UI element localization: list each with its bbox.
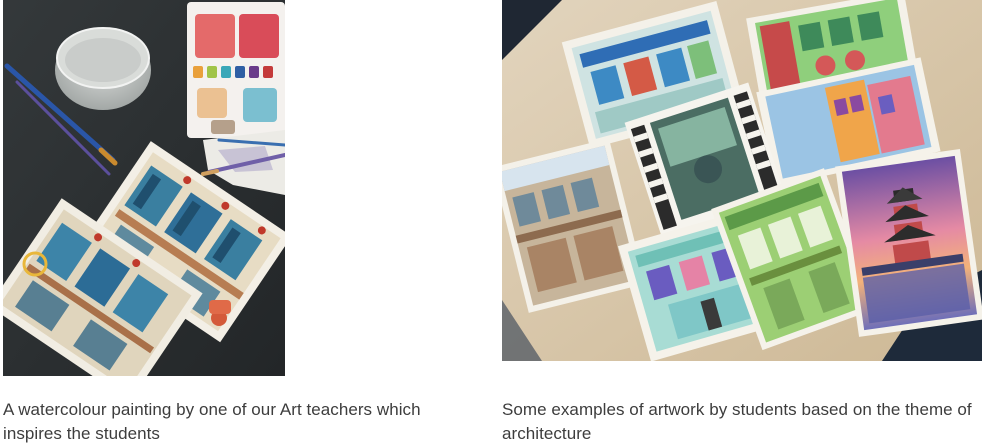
figure-caption: A watercolour painting by one of our Art… xyxy=(3,400,421,443)
palette-image xyxy=(187,2,285,138)
figure-student-artwork: Some examples of artwork by students bas… xyxy=(502,0,982,446)
figure-teacher-painting: A watercolour painting by one of our Art… xyxy=(3,0,421,446)
student-artwork-photo xyxy=(502,0,982,361)
figure-caption: Some examples of artwork by students bas… xyxy=(502,400,972,443)
watercolour-painting-photo xyxy=(3,0,285,376)
